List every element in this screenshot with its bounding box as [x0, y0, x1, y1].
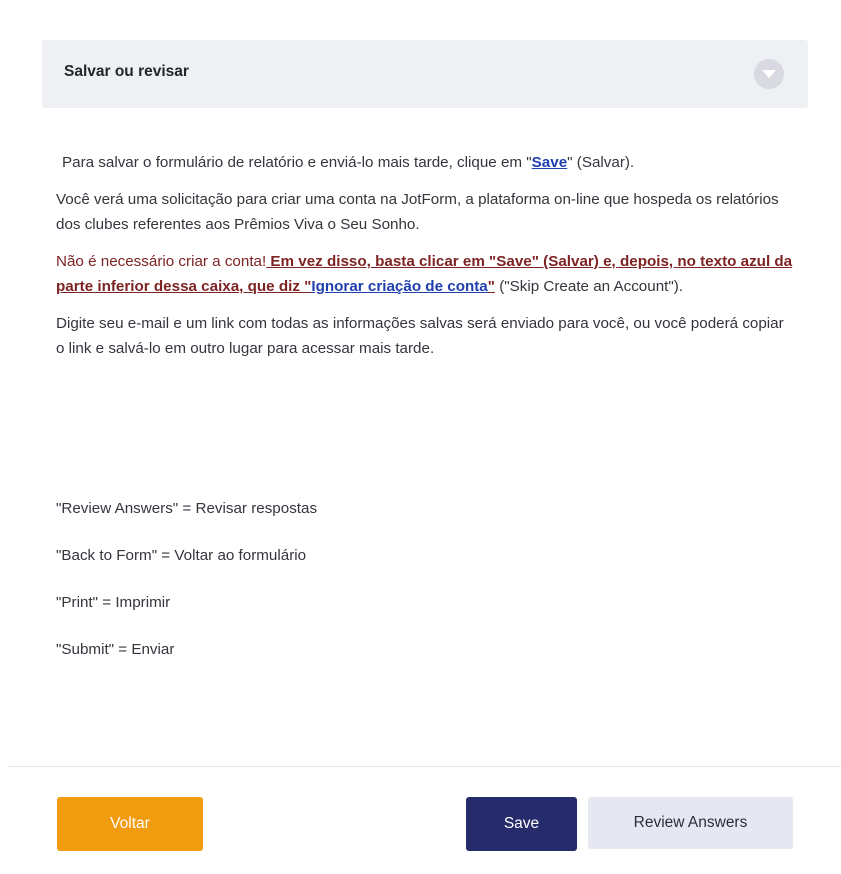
save-link[interactable]: Save	[532, 154, 567, 171]
glossary-item-review: "Review Answers" = Revisar respostas	[56, 500, 318, 517]
glossary-item-back: "Back to Form" = Voltar ao formulário	[56, 547, 307, 564]
skip-create-account-link[interactable]: Ignorar criação de conta	[311, 278, 487, 295]
save-review-page: Salvar ou revisar Para salvar o formulár…	[0, 0, 841, 874]
section-header[interactable]: Salvar ou revisar	[42, 40, 808, 108]
instructions: Para salvar o formulário de relatório e …	[56, 150, 796, 373]
glossary: "Review Answers" = Revisar respostas "Ba…	[56, 500, 317, 688]
instruction-email: Digite seu e-mail e um link com todas as…	[56, 315, 784, 357]
skip-instruction-translation: ("Skip Create an Account").	[494, 278, 684, 295]
instruction-skip-account: Não é necessário criar a conta! Em vez d…	[56, 249, 796, 299]
review-answers-button[interactable]: Review Answers	[588, 797, 793, 849]
chevron-down-icon	[762, 70, 776, 78]
instruction-account: Você verá uma solicitação para criar uma…	[56, 191, 779, 233]
footer-divider	[8, 766, 841, 767]
collapse-toggle[interactable]	[754, 59, 784, 89]
glossary-item-print: "Print" = Imprimir	[56, 594, 171, 611]
skip-instruction-close-quote: "	[487, 278, 495, 295]
save-button[interactable]: Save	[466, 797, 577, 851]
instruction-save-suffix: " (Salvar).	[567, 154, 635, 171]
no-account-needed-text: Não é necessário criar a conta!	[56, 253, 267, 270]
back-button[interactable]: Voltar	[57, 797, 203, 851]
instruction-save-text: Para salvar o formulário de relatório e …	[62, 154, 532, 171]
glossary-item-submit: "Submit" = Enviar	[56, 641, 175, 658]
instruction-save: Para salvar o formulário de relatório e …	[56, 150, 796, 175]
section-title: Salvar ou revisar	[64, 63, 189, 80]
